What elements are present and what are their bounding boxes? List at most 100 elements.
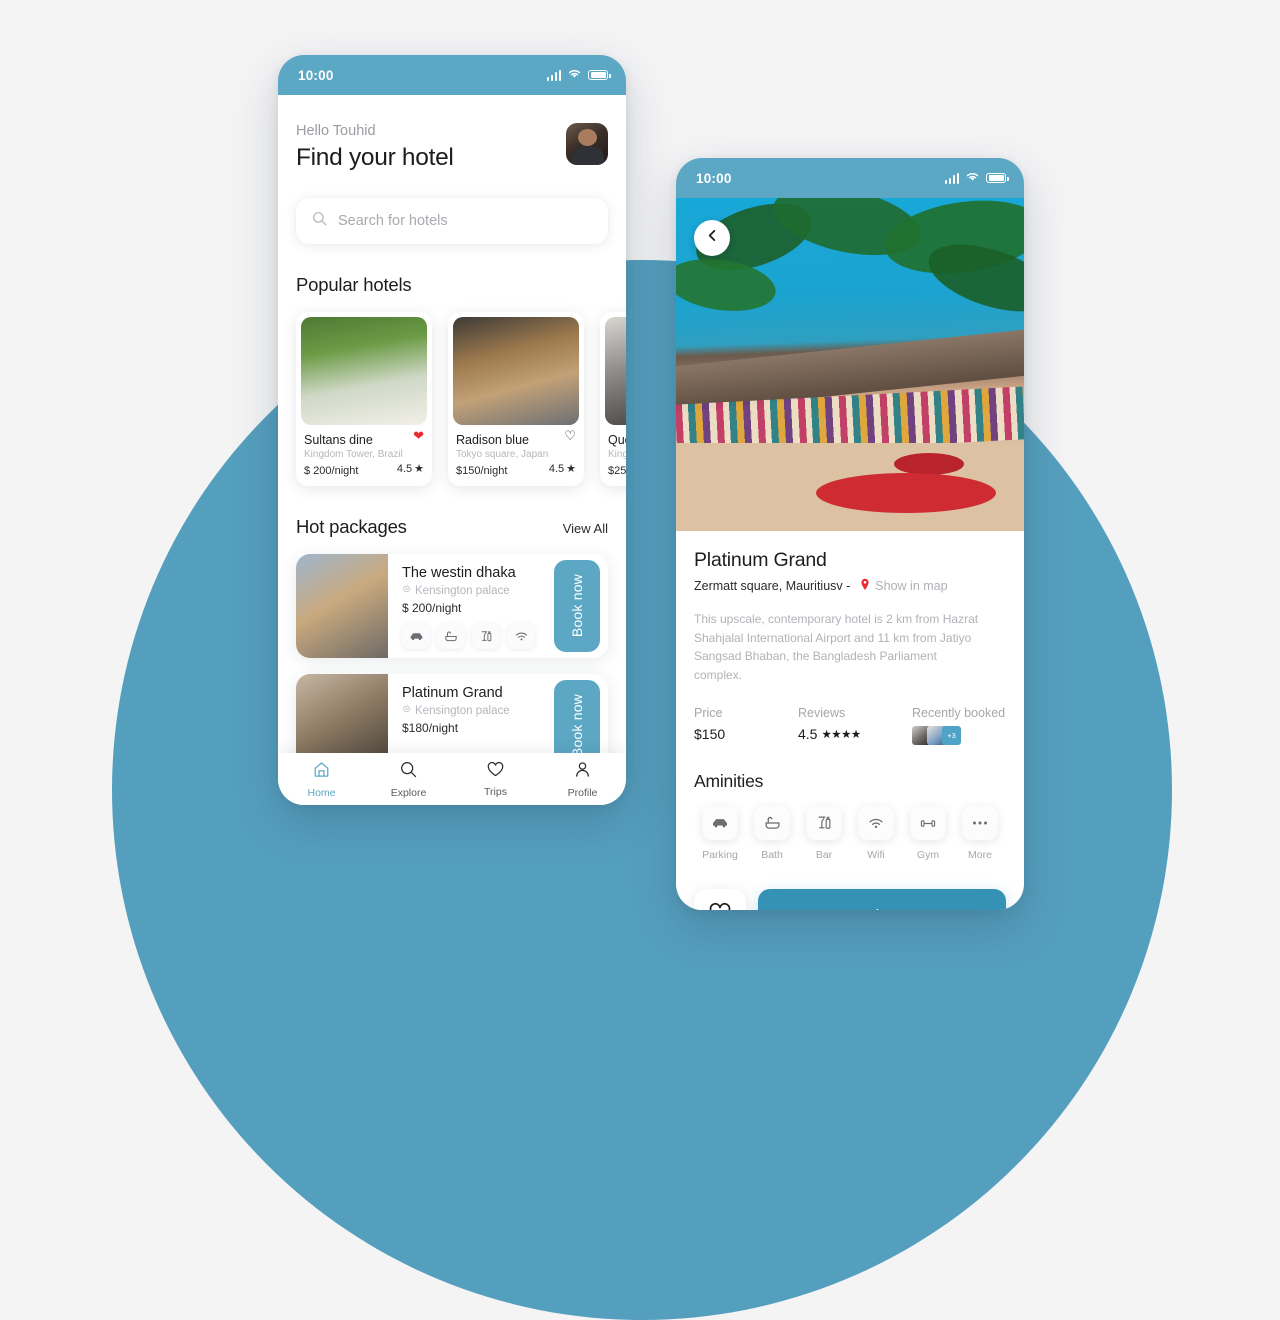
hotel-description: This upscale, contemporary hotel is 2 km… [694,612,979,682]
show-in-map-link[interactable]: Show in map [860,578,948,594]
tab-label-home: Home [307,786,336,799]
section-title-popular: Popular hotels [296,274,412,295]
favorite-button[interactable] [694,889,746,910]
hotel-card[interactable]: Sultans dine ❤ Kingdom Tower, Brazil $ 2… [296,312,432,486]
recently-booked-more-count[interactable]: +3 [942,726,961,746]
greeting-text: Hello Touhid [296,123,376,139]
package-location: Kensington palace [415,705,510,717]
battery-icon [986,172,1009,184]
package-location: Kensington palace [415,585,510,597]
tab-profile[interactable]: Profile [539,760,626,799]
package-thumbnail [296,554,388,658]
wifi-icon [507,623,535,649]
person-icon [573,760,592,784]
status-time: 10:00 [696,170,732,186]
location-pin-icon [860,578,870,594]
amenity-label: Gym [916,849,940,862]
hotel-detail-title: Platinum Grand [694,549,827,571]
amenity-more[interactable]: More [954,806,1006,861]
star-icon: ★ [414,463,424,475]
package-price: $ 200/night [402,601,462,615]
show-in-map-label: Show in map [875,579,948,593]
hotel-stats: Price $150 Reviews 4.5 ★★★★ Recently boo… [694,706,1006,746]
bottom-tab-bar[interactable]: Home Explore Trips Profile [278,753,626,805]
favorite-outline-icon[interactable]: ♡ [564,428,576,444]
book-now-label: Book now [849,907,915,910]
amenities-title: Aminities [694,771,764,792]
search-icon [312,211,327,231]
search-input[interactable]: Search for hotels [296,198,608,244]
amenity-label: More [968,849,992,862]
home-header: Hello Touhid Find your hotel [296,95,608,172]
search-icon [399,760,418,784]
star-rating-icons: ★★★★ [821,729,861,742]
bathtub-icon [437,623,465,649]
location-pin-icon [402,585,411,597]
hotel-location: Kingdom [608,449,626,460]
back-button[interactable] [694,220,730,256]
status-time: 10:00 [298,67,334,83]
hotel-location: Kingdom Tower, Brazil [304,449,403,460]
amenity-wifi[interactable]: Wifi [850,806,902,861]
amenity-parking[interactable]: Parking [694,806,746,861]
amenity-label: Wifi [867,849,885,862]
package-price: $180/night [402,721,459,735]
hotel-thumbnail [605,317,626,425]
cellular-signal-icon [944,172,959,184]
stat-price: Price $150 [694,706,798,745]
popular-hotels-list[interactable]: Sultans dine ❤ Kingdom Tower, Brazil $ 2… [296,312,626,486]
hotel-detail-subtitle: Zermatt square, Mauritiusv - [694,579,851,593]
amenity-bath[interactable]: Bath [746,806,798,861]
book-now-label: Book now [569,694,585,758]
tab-trips[interactable]: Trips [452,760,539,798]
phone-home-screen: 10:00 Hello Touhid Find your hotel Searc… [278,55,626,805]
tab-label-profile: Profile [567,786,598,799]
search-placeholder: Search for hotels [338,213,448,229]
tab-explore[interactable]: Explore [365,760,452,799]
package-card[interactable]: The westin dhaka Kensington palace $ 200… [296,554,608,658]
hotel-name: Sultans dine [304,433,373,447]
status-bar-detail: 10:00 [676,158,1024,198]
popular-hotels-header: Popular hotels [296,274,608,296]
stat-recently-booked: Recently booked +3 [912,706,1005,746]
hotel-thumbnail [453,317,579,425]
amenities-list: Parking Bath Bar Wifi Gym More [694,806,1006,861]
hotel-thumbnail [301,317,427,425]
price-label: Price [694,706,723,721]
cellular-signal-icon [546,69,561,81]
bar-icon [472,623,500,649]
location-pin-icon [402,705,411,717]
hot-packages-header: Hot packages View All [296,516,608,538]
heart-outline-icon [708,902,732,910]
ellipsis-icon [962,806,998,841]
battery-icon [588,69,611,81]
amenity-bar[interactable]: Bar [798,806,850,861]
book-now-button[interactable]: Book now [554,560,600,652]
hotel-name: Radison blue [456,433,529,447]
hotel-location: Tokyo square, Japan [456,449,549,460]
hotel-rating: 4.5 [396,462,413,475]
stat-reviews: Reviews 4.5 ★★★★ [798,706,902,745]
view-all-link[interactable]: View All [563,521,608,536]
phone-detail-screen: 10:00 Platinum Grand Zermatt square, Mau… [676,158,1024,910]
hotel-price: $ 200/night [304,465,359,477]
package-amenities [402,623,546,649]
avatar[interactable] [566,123,608,165]
reviews-value: 4.5 [798,726,818,743]
tab-home[interactable]: Home [278,760,365,799]
page-title: Find your hotel [296,144,454,171]
favorite-filled-icon[interactable]: ❤ [413,428,424,444]
chevron-left-icon [706,229,719,247]
amenity-label: Parking [702,849,738,862]
hotel-rating: 4.5 [548,462,565,475]
car-icon [402,623,430,649]
book-now-button[interactable]: Book now [758,889,1006,910]
hotel-card[interactable]: Radison blue ♡ Tokyo square, Japan $150/… [448,312,584,486]
bathtub-icon [754,806,790,841]
amenity-gym[interactable]: Gym [902,806,954,861]
status-bar-home: 10:00 [278,55,626,95]
detail-footer-actions: Book now [676,889,1024,910]
hotel-card[interactable]: Queen Kingdom $250/ni [600,312,626,486]
wifi-icon [858,806,894,841]
package-name: The westin dhaka [402,565,516,581]
